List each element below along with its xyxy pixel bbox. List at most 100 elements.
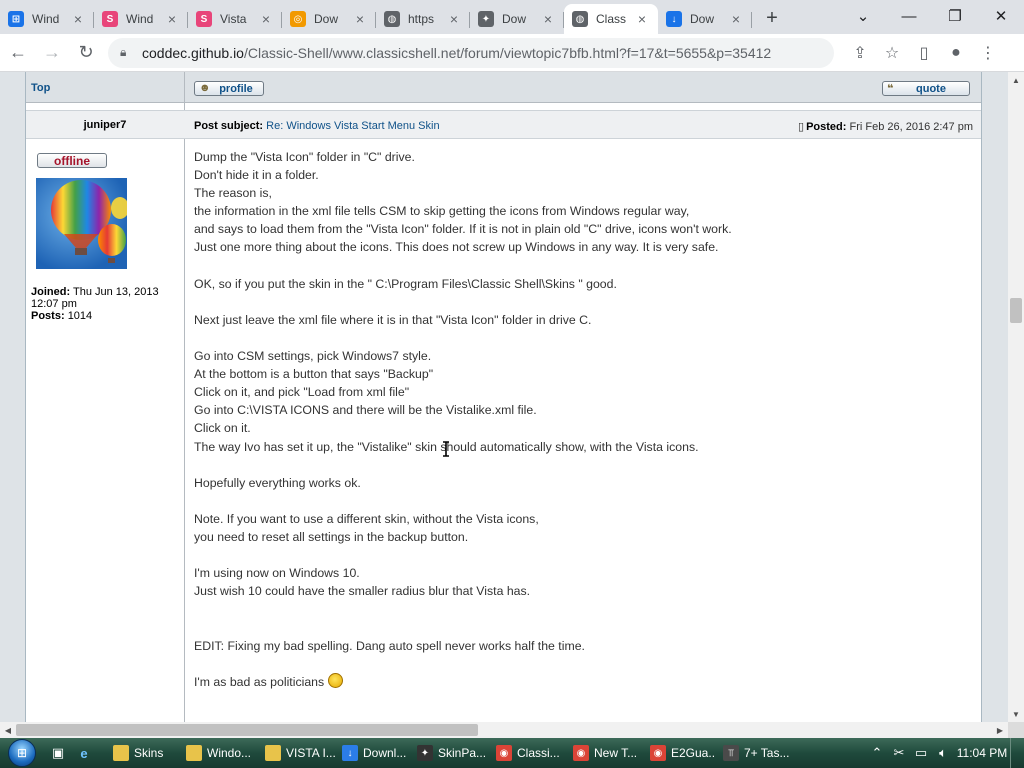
- post-author[interactable]: juniper7: [26, 119, 184, 131]
- taskbar-item[interactable]: Skins: [109, 740, 179, 766]
- profile-button[interactable]: ☻ profile: [194, 81, 264, 96]
- tab-title: Class: [596, 12, 627, 26]
- vertical-scroll-thumb[interactable]: [1010, 298, 1022, 323]
- horizontal-scroll-thumb[interactable]: [16, 724, 478, 736]
- profile-icon: ☻: [199, 82, 211, 94]
- scroll-left-icon[interactable]: ◀: [0, 722, 16, 738]
- minimize-button[interactable]: —: [886, 0, 932, 32]
- swirl-icon: ◎: [290, 11, 306, 27]
- quote-icon: ❝: [887, 83, 894, 95]
- scroll-down-icon[interactable]: ▼: [1008, 706, 1024, 722]
- restore-button[interactable]: ❐: [932, 0, 978, 32]
- browser-tab[interactable]: ◎ Dow ×: [282, 4, 376, 34]
- browser-tab[interactable]: ↓ Dow ×: [658, 4, 752, 34]
- forum-post-table: Top ☻ profile ❝ quote juniper7 Post subj…: [25, 72, 982, 722]
- tab-search-icon[interactable]: ⌄: [840, 0, 886, 32]
- post-body-line: Hopefully everything works ok.: [194, 475, 361, 490]
- browser-tab[interactable]: ✦ Dow ×: [470, 4, 564, 34]
- tray-expand-icon[interactable]: ⌃: [866, 738, 888, 768]
- browser-tab[interactable]: S Vista ×: [188, 4, 282, 34]
- side-panel-icon[interactable]: ▯: [908, 37, 940, 69]
- internet-explorer-icon[interactable]: e: [72, 741, 96, 765]
- post-body-line: At the bottom is a button that says "Bac…: [194, 367, 434, 382]
- quote-button[interactable]: ❝ quote: [882, 81, 970, 96]
- skinpack-icon: ✦: [417, 745, 433, 761]
- browser-tab[interactable]: ⊞ Wind ×: [0, 4, 94, 34]
- clock[interactable]: 11:04 PM: [954, 738, 1010, 768]
- taskbar-item[interactable]: Windo...: [182, 740, 258, 766]
- volume-icon[interactable]: 🔈︎: [932, 738, 954, 768]
- horizontal-scrollbar[interactable]: ◀ ▶: [0, 722, 1008, 738]
- hot-air-balloons-icon: [51, 180, 127, 263]
- post-body-line: you need to reset all settings in the ba…: [194, 529, 469, 544]
- post-body-line: Don't hide it in a folder.: [194, 168, 319, 183]
- post-body-line: Click on it.: [194, 421, 251, 436]
- top-link[interactable]: Top: [31, 82, 50, 94]
- bookmark-star-icon[interactable]: ☆: [876, 37, 908, 69]
- show-desktop-quicklaunch-icon[interactable]: ▣: [46, 741, 70, 765]
- tray-tool-icon[interactable]: ✂: [888, 738, 910, 768]
- post-body-line: I'm using now on Windows 10.: [194, 566, 360, 581]
- globe-icon: ◍: [384, 11, 400, 27]
- back-button[interactable]: ←: [2, 37, 34, 69]
- scroll-up-icon[interactable]: ▲: [1008, 72, 1024, 88]
- close-tab-icon[interactable]: ×: [446, 11, 462, 27]
- post-body-line: Go into CSM settings, pick Windows7 styl…: [194, 349, 432, 364]
- taskbar-item[interactable]: ◉ New T...: [569, 740, 643, 766]
- column-divider: [184, 72, 185, 722]
- taskbar-item[interactable]: ✦ SkinPa...: [413, 740, 489, 766]
- smiley-icon: [328, 672, 344, 688]
- menu-kebab-icon[interactable]: ⋮: [972, 37, 1004, 69]
- scroll-right-icon[interactable]: ▶: [992, 722, 1008, 738]
- post-footer-row: Top ☻ profile ❝ quote: [26, 72, 981, 103]
- share-icon[interactable]: ⇪: [844, 37, 876, 69]
- close-tab-icon[interactable]: ×: [540, 11, 556, 27]
- close-tab-icon[interactable]: ×: [352, 11, 368, 27]
- avatar: [36, 178, 127, 269]
- post-icon[interactable]: ▯: [798, 121, 804, 133]
- address-bar[interactable]: 🔒︎ coddec.github.io/Classic-Shell/www.cl…: [108, 37, 834, 68]
- post-subject: Post subject: Re: Windows Vista Start Me…: [194, 120, 440, 132]
- close-tab-icon[interactable]: ×: [258, 11, 274, 27]
- browser-tab[interactable]: ◍ https ×: [376, 4, 470, 34]
- globe-icon: ◍: [572, 11, 588, 27]
- taskbar-items: Skins Windo... VISTA I... ↓ Downl... ✦ SkinPa.…: [106, 740, 791, 766]
- post-body-line: EDIT: Fixing my bad spelling. Dang auto …: [194, 638, 585, 653]
- close-window-button[interactable]: ✕: [978, 0, 1024, 32]
- url-path: /Classic-Shell/www.classicshell.net/foru…: [243, 44, 772, 61]
- taskbar-item[interactable]: ⫪ 7+ Tas...: [719, 740, 791, 766]
- post-body-line: OK, so if you put the skin in the " C:\P…: [194, 276, 617, 291]
- post-body-line: [194, 546, 964, 564]
- chrome-icon: ◉: [496, 745, 512, 761]
- new-tab-button[interactable]: +: [758, 4, 786, 32]
- chrome-icon: ◉: [650, 745, 666, 761]
- post-header-row: juniper7 Post subject: Re: Windows Vista…: [26, 110, 981, 139]
- post-body: Dump the "Vista Icon" folder in "C" driv…: [194, 148, 964, 691]
- show-desktop-button[interactable]: [1010, 738, 1024, 768]
- network-icon[interactable]: ▭: [910, 738, 932, 768]
- close-tab-icon[interactable]: ×: [634, 11, 650, 27]
- tab-separator: [751, 12, 752, 28]
- sp-logo-icon: S: [102, 11, 118, 27]
- close-tab-icon[interactable]: ×: [164, 11, 180, 27]
- browser-tab[interactable]: ◍ Class ×: [564, 4, 658, 34]
- download-icon: ↓: [666, 11, 682, 27]
- vertical-scrollbar[interactable]: ▲ ▼: [1008, 72, 1024, 722]
- forward-button[interactable]: →: [36, 37, 68, 69]
- taskbar-item[interactable]: ↓ Downl...: [338, 740, 410, 766]
- window-controls: ⌄ — ❐ ✕: [840, 0, 1024, 32]
- taskbar-item[interactable]: ◉ E2Gua...: [646, 740, 716, 766]
- post-subject-link[interactable]: Re: Windows Vista Start Menu Skin: [266, 120, 439, 132]
- taskbar-item[interactable]: VISTA I...: [261, 740, 335, 766]
- start-button[interactable]: ⊞: [0, 738, 44, 768]
- page-viewport: Top ☻ profile ❝ quote juniper7 Post subj…: [0, 72, 1008, 722]
- profile-avatar-icon[interactable]: ●: [940, 37, 972, 69]
- close-tab-icon[interactable]: ×: [70, 11, 86, 27]
- reload-button[interactable]: ↻: [70, 37, 102, 69]
- browser-tab[interactable]: S Wind ×: [94, 4, 188, 34]
- post-body-line: [194, 655, 964, 673]
- close-tab-icon[interactable]: ×: [728, 11, 744, 27]
- post-date: ▯ Posted: Fri Feb 26, 2016 2:47 pm: [798, 121, 973, 133]
- taskbar-item-label: Windo...: [207, 746, 252, 760]
- taskbar-item[interactable]: ◉ Classi...: [492, 740, 566, 766]
